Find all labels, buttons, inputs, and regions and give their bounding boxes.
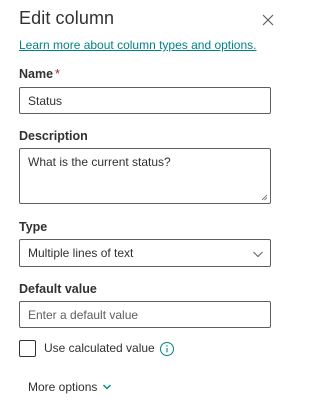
description-label: Description (19, 129, 88, 143)
more-options-button[interactable]: More options (28, 380, 112, 394)
close-button[interactable] (259, 11, 277, 29)
use-calculated-checkbox[interactable] (19, 340, 36, 357)
description-textarea[interactable]: What is the current status? (20, 149, 270, 203)
type-label: Type (19, 220, 48, 234)
default-value-input[interactable] (20, 302, 270, 327)
resize-grip-icon[interactable] (261, 194, 268, 201)
chevron-down-icon (103, 384, 112, 390)
name-label: Name * (19, 67, 60, 81)
default-value-input-box[interactable] (19, 301, 271, 328)
type-dropdown[interactable]: Multiple lines of text (19, 239, 271, 267)
description-textarea-box[interactable]: What is the current status? (19, 148, 271, 204)
learn-more-link[interactable]: Learn more about column types and option… (19, 38, 256, 52)
more-options-label: More options (28, 380, 98, 394)
name-input-box[interactable] (19, 87, 271, 114)
chevron-down-icon (253, 251, 263, 258)
info-icon[interactable] (159, 341, 175, 357)
close-icon (262, 14, 274, 26)
name-label-text: Name (19, 67, 54, 81)
use-calculated-label[interactable]: Use calculated value (44, 341, 155, 355)
name-input[interactable] (20, 88, 270, 113)
type-selected-value: Multiple lines of text (28, 246, 134, 260)
panel-title: Edit column (19, 8, 115, 28)
required-marker: * (55, 67, 60, 81)
default-value-label: Default value (19, 282, 97, 296)
edit-column-panel: Edit column Learn more about column type… (0, 0, 295, 400)
